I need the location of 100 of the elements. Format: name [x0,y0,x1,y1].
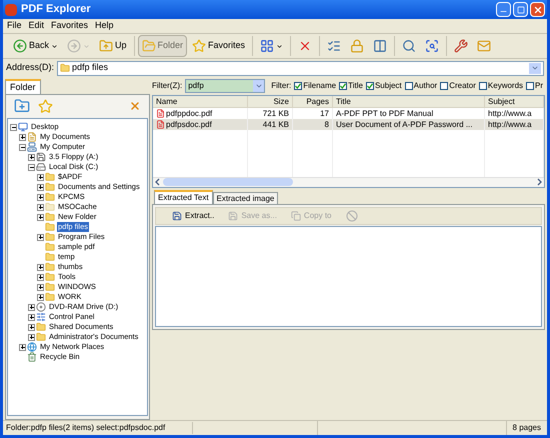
table-cell: 17 [320,108,329,119]
toolbar-button[interactable]: Up [95,35,131,57]
address-field[interactable]: pdfp files [57,60,544,76]
expand-toggle[interactable] [37,204,44,210]
expand-toggle[interactable] [19,134,26,140]
disc-icon [36,302,46,312]
expand-toggle[interactable] [37,284,44,290]
tab[interactable]: Extracted image [212,192,278,204]
caret-icon [83,42,90,50]
maximize-button[interactable] [513,2,528,17]
checkbox[interactable] [478,82,487,90]
floppy-icon [172,210,182,220]
expand-toggle[interactable] [37,274,44,280]
window-title: PDF Explorer [21,2,92,18]
caret-icon [276,42,284,50]
chevron-down-icon [254,82,263,90]
star-icon[interactable] [38,98,53,114]
expand-toggle[interactable] [37,234,44,240]
close-button[interactable] [530,2,545,17]
dropdown-button[interactable] [529,62,541,74]
expand-toggle[interactable] [28,154,35,160]
folder-icon [45,262,55,272]
checkbox[interactable] [404,82,413,90]
menu-item[interactable]: Help [95,19,114,33]
checklist-icon [327,39,342,53]
toolbar-button[interactable]: Favorites [188,35,250,57]
menu-item[interactable]: Favorites [51,19,88,33]
expand-toggle[interactable] [28,304,35,310]
document-icon [27,132,37,142]
tab[interactable]: Extracted Text [154,190,213,204]
expand-toggle[interactable] [28,314,35,320]
close-icon [532,4,542,14]
collapse-toggle[interactable] [28,164,35,170]
expand-toggle[interactable] [37,184,44,190]
expand-toggle[interactable] [37,214,44,220]
toolbar-button[interactable]: Folder [138,35,188,57]
checkbox[interactable] [366,82,374,90]
folder-icon [36,322,46,332]
folder-icon [36,332,46,342]
address-label: Address(D): [6,61,54,74]
column-header[interactable]: Subject [485,96,544,107]
toolbar-button[interactable]: Back [9,35,62,57]
expand-toggle[interactable] [37,294,44,300]
minimize-button[interactable] [496,2,511,17]
globe-icon [27,342,37,352]
folder-icon [45,212,55,222]
expand-toggle[interactable] [19,344,26,350]
status-text: Folder:pdfp files(2 items) select:pdfpsdoc.pdf [3,422,193,434]
expand-toggle[interactable] [37,194,44,200]
checkbox-label: Subject [374,80,402,92]
checkbox[interactable] [526,82,534,90]
trash-icon [27,352,37,362]
extract-toolbar-button[interactable]: Extract.. [172,210,214,222]
checkbox-label: Title [348,80,363,92]
scroll-right-icon[interactable] [535,178,543,186]
table-cell: A-PDF PPT to PDF Manual [336,108,434,119]
column-header[interactable]: Pages [293,96,333,107]
table-cell: http://www.a [488,108,532,119]
star-icon [192,39,206,53]
filter-label: Filter(Z): [152,80,182,92]
expand-toggle[interactable] [37,174,44,180]
copy-icon [290,210,301,220]
folder-icon [45,282,55,292]
checkbox-label: Author [414,80,438,92]
table-row[interactable]: pdfpsdoc.pdf 441 KB 8 User Document of A-PDF Password ... http://www.a [153,119,544,130]
collapse-toggle[interactable] [19,144,26,150]
table-cell: pdfppdoc.pdf [166,108,212,119]
table-cell: User Document of A-PDF Password ... [336,119,472,130]
checkbox[interactable] [440,82,448,90]
collapse-toggle[interactable] [10,124,17,130]
folder-icon [45,292,55,302]
new-folder-icon[interactable] [14,98,30,114]
column-header[interactable]: Name [153,96,248,107]
page-count: 8 pages [512,422,542,434]
horizontal-scrollbar[interactable] [153,176,544,186]
expand-toggle[interactable] [28,324,35,330]
grid-icon [260,39,274,53]
checkbox-label: Creator [449,80,476,92]
monitor-icon [18,122,28,132]
table-cell: 721 KB [262,108,289,119]
menu-item[interactable]: Edit [28,19,44,33]
menu-item[interactable]: File [7,19,22,33]
folder-tab[interactable]: Folder [5,79,41,94]
column-header[interactable]: Size [248,96,293,107]
folder-icon [45,202,55,212]
scroll-left-icon[interactable] [154,178,162,186]
folder-icon [142,39,156,53]
filter-combobox[interactable]: pdfp [185,79,266,93]
panel-icon [373,39,388,53]
checkbox[interactable] [339,82,348,90]
folder-icon [45,172,55,182]
column-header[interactable]: Title [333,96,485,107]
scrollbar-thumb[interactable] [163,178,293,186]
drive-icon [36,162,46,172]
checkbox[interactable] [294,82,302,90]
expand-toggle[interactable] [28,334,35,340]
folder-icon [45,222,55,232]
folder-icon [45,242,55,252]
expand-toggle[interactable] [37,264,44,270]
folder-icon [45,232,55,242]
